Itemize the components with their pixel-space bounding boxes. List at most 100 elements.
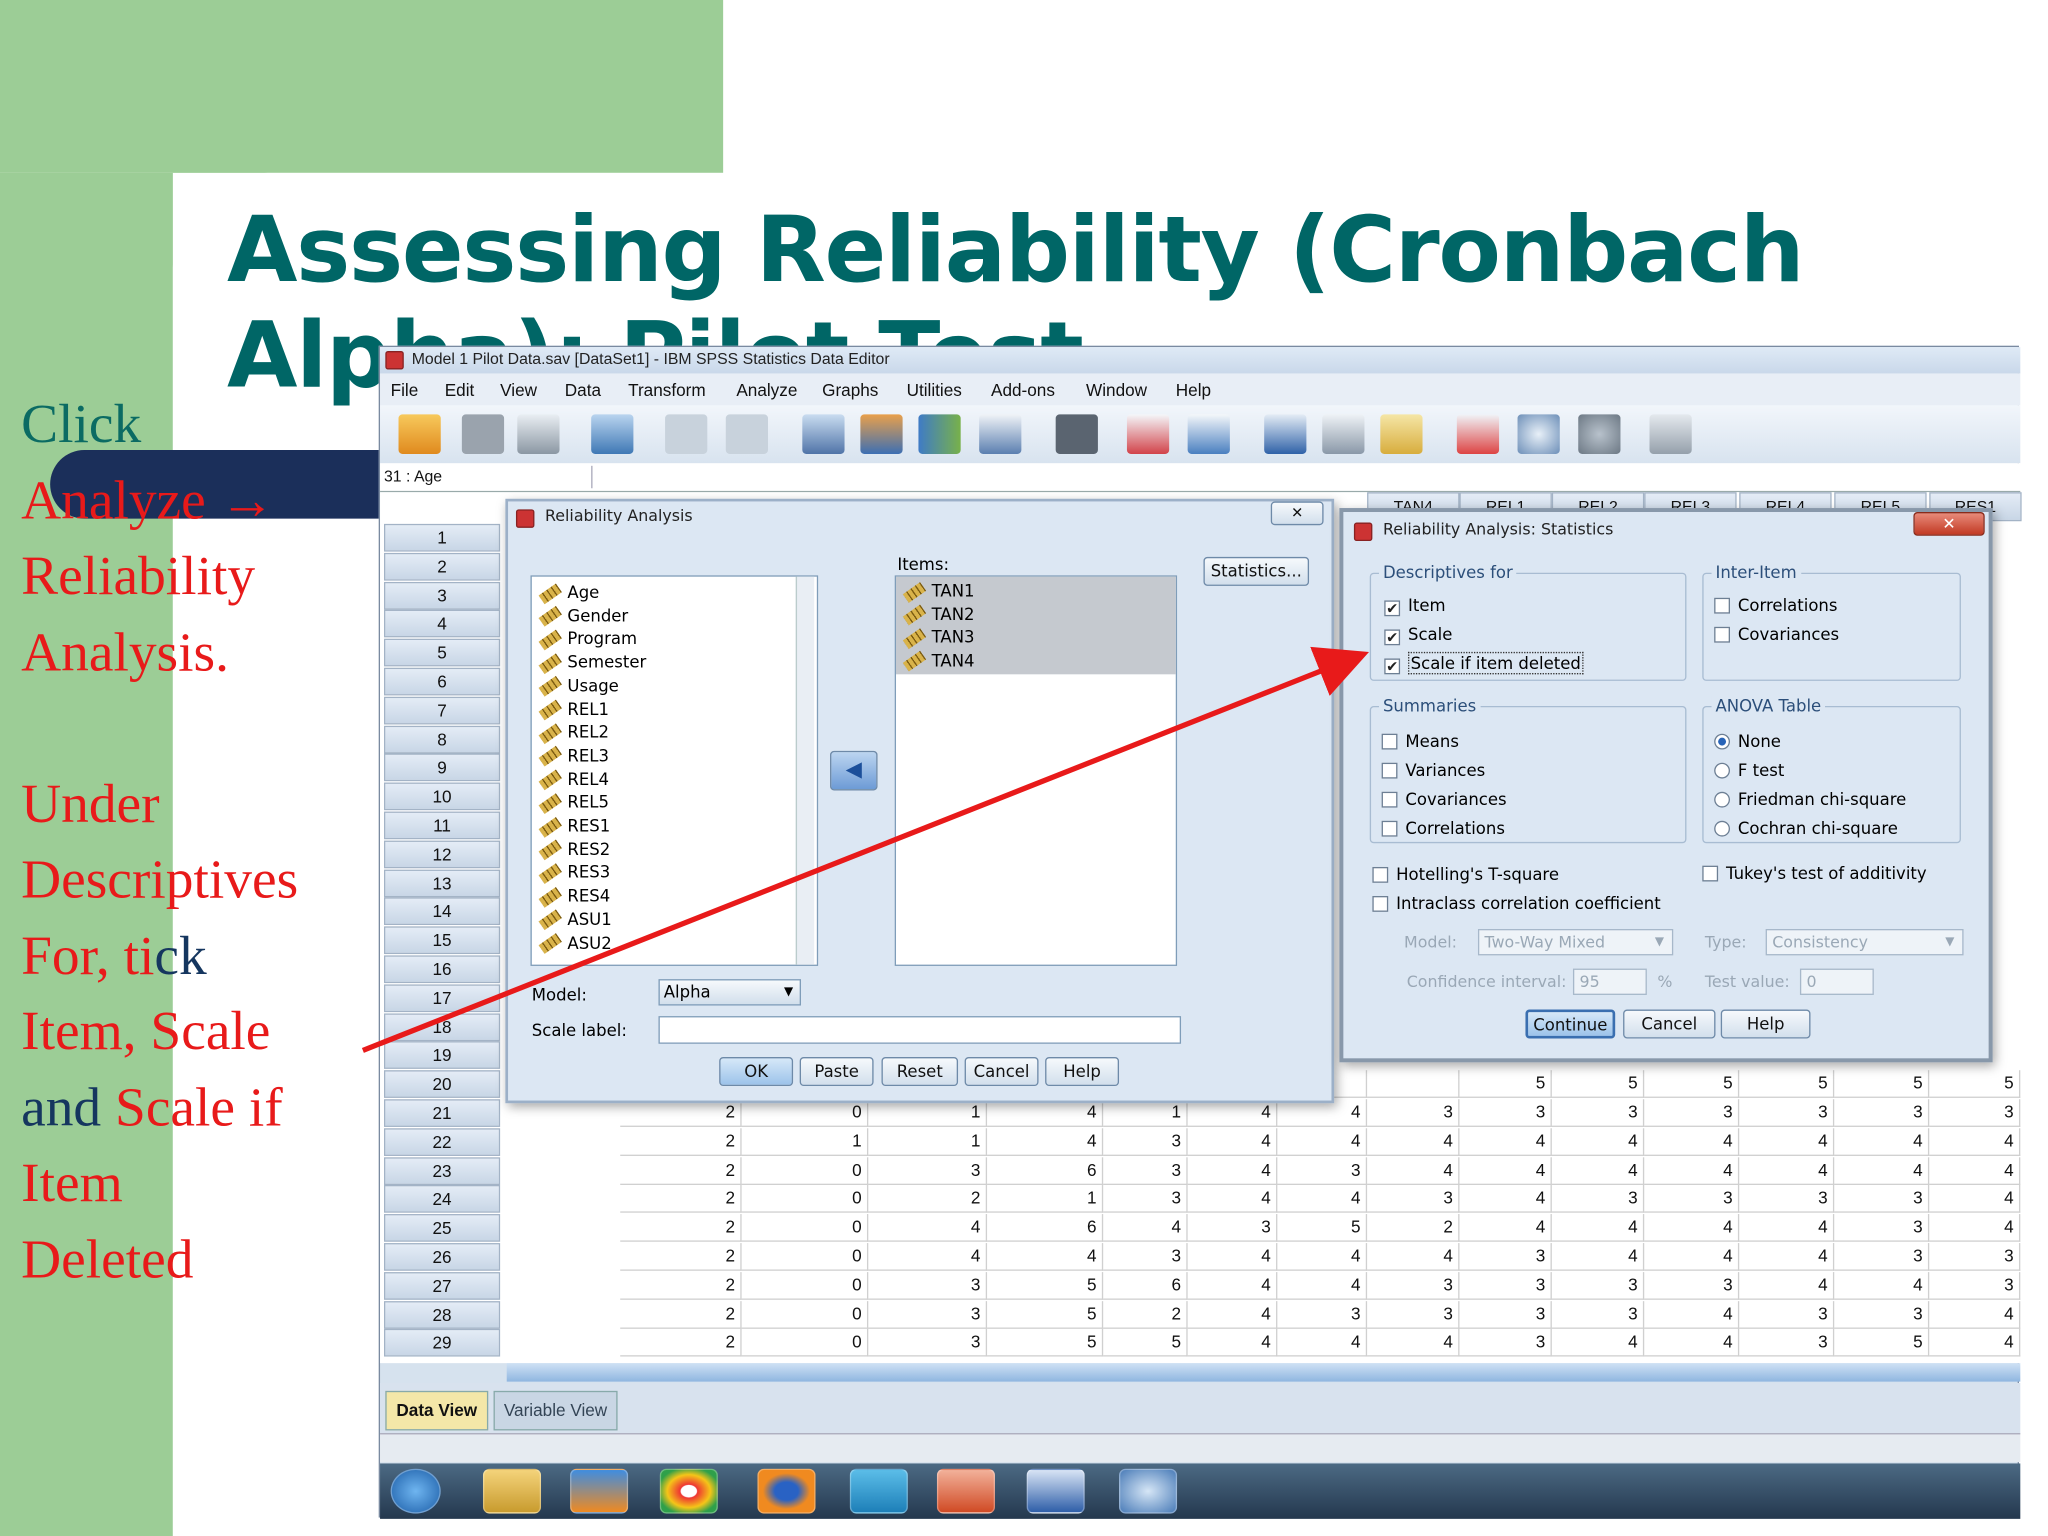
firefox-icon[interactable] <box>757 1468 816 1514</box>
table-cell[interactable]: 4 <box>1739 1214 1835 1242</box>
table-cell[interactable]: 3 <box>1103 1185 1188 1214</box>
table-cell[interactable]: 2 <box>620 1214 742 1242</box>
table-cell[interactable]: 2 <box>868 1185 988 1214</box>
table-cell[interactable]: 0 <box>741 1271 869 1300</box>
menu-addons[interactable]: Add-ons <box>991 380 1055 400</box>
spell-check-icon[interactable] <box>1649 414 1692 454</box>
table-cell[interactable]: 2 <box>620 1127 742 1156</box>
menu-file[interactable]: File <box>391 380 419 400</box>
table-cell[interactable]: 3 <box>1834 1300 1930 1329</box>
table-cell[interactable]: 5 <box>1929 1070 2021 1099</box>
variable-list-item[interactable]: ASU2 <box>538 931 612 954</box>
table-cell[interactable]: 4 <box>1929 1156 2021 1185</box>
table-cell[interactable]: 4 <box>1834 1271 1930 1300</box>
cell-value-field[interactable] <box>591 465 2016 489</box>
window-titlebar[interactable]: Model 1 Pilot Data.sav [DataSet1] - IBM … <box>380 347 2021 374</box>
menu-analyze[interactable]: Analyze <box>736 380 797 400</box>
move-arrow-button[interactable]: ◀ <box>830 750 878 791</box>
row-header[interactable]: 15 <box>384 926 501 955</box>
means-checkbox[interactable]: Means <box>1381 731 1459 752</box>
icc-type-select[interactable]: Consistency ▼ <box>1765 928 1964 956</box>
table-cell[interactable]: 4 <box>1277 1271 1368 1300</box>
row-header[interactable]: 6 <box>384 667 501 696</box>
covariances-checkbox[interactable]: Covariances <box>1381 789 1507 810</box>
cancel-button[interactable]: Cancel <box>1623 1009 1716 1039</box>
tukey-checkbox[interactable]: Tukey's test of additivity <box>1702 863 1927 884</box>
table-cell[interactable]: 3 <box>1644 1099 1740 1127</box>
table-cell[interactable]: 4 <box>1187 1156 1278 1185</box>
table-cell[interactable]: 5 <box>987 1329 1104 1358</box>
tab-data-view[interactable]: Data View <box>385 1390 489 1431</box>
table-cell[interactable]: 2 <box>620 1329 742 1358</box>
row-header[interactable]: 18 <box>384 1012 501 1041</box>
redo-icon[interactable] <box>725 414 769 454</box>
table-cell[interactable]: 4 <box>1187 1329 1278 1358</box>
table-cell[interactable]: 3 <box>1103 1127 1188 1156</box>
row-header[interactable]: 3 <box>384 581 501 610</box>
tab-variable-view[interactable]: Variable View <box>493 1390 618 1431</box>
row-header[interactable]: 24 <box>384 1185 501 1214</box>
table-cell[interactable]: 4 <box>1929 1300 2021 1329</box>
save-icon[interactable] <box>461 414 505 454</box>
table-cell[interactable]: 1 <box>868 1127 988 1156</box>
variable-list-item[interactable]: Gender <box>538 604 628 627</box>
table-cell[interactable]: 5 <box>1834 1070 1930 1099</box>
row-header[interactable]: 29 <box>384 1329 501 1358</box>
variable-list-item[interactable]: Semester <box>538 651 646 674</box>
table-cell[interactable]: 0 <box>741 1156 869 1185</box>
correlations-checkbox[interactable]: Correlations <box>1714 595 1837 616</box>
table-cell[interactable]: 3 <box>1367 1099 1460 1127</box>
print-icon[interactable] <box>517 414 560 454</box>
cochran-radio[interactable]: Cochran chi-square <box>1714 818 1898 839</box>
table-cell[interactable]: 5 <box>1277 1214 1368 1242</box>
table-cell[interactable]: 6 <box>1103 1271 1188 1300</box>
find-icon[interactable] <box>1055 414 1098 454</box>
variable-list-item[interactable]: REL2 <box>538 721 609 744</box>
table-cell[interactable]: 3 <box>1929 1271 2021 1300</box>
start-icon[interactable] <box>390 1468 441 1514</box>
table-cell[interactable]: 4 <box>1739 1243 1835 1271</box>
powerpoint-icon[interactable] <box>936 1468 995 1514</box>
table-cell[interactable] <box>1367 1070 1460 1099</box>
table-cell[interactable]: 3 <box>1834 1185 1930 1214</box>
table-cell[interactable]: 3 <box>1103 1243 1188 1271</box>
weight-cases-icon[interactable] <box>1322 414 1365 454</box>
close-icon[interactable]: ✕ <box>1270 501 1324 526</box>
dialog-recall-icon[interactable] <box>591 414 634 454</box>
variable-list-item[interactable]: REL5 <box>538 791 609 814</box>
table-cell[interactable]: 4 <box>1459 1156 1552 1185</box>
table-cell[interactable]: 4 <box>1367 1156 1460 1185</box>
variable-list-item[interactable]: REL3 <box>538 744 609 768</box>
show-all-icon[interactable] <box>1578 414 1621 454</box>
table-cell[interactable]: 3 <box>1277 1156 1368 1185</box>
row-header[interactable]: 5 <box>384 638 501 667</box>
list-item[interactable]: TAN1 <box>902 579 975 603</box>
table-cell[interactable]: 2 <box>620 1300 742 1329</box>
table-cell[interactable]: 5 <box>1739 1070 1835 1099</box>
table-cell[interactable]: 3 <box>1834 1243 1930 1271</box>
network-icon[interactable] <box>849 1468 908 1514</box>
continue-button[interactable]: Continue <box>1525 1009 1616 1039</box>
table-cell[interactable]: 4 <box>1551 1156 1645 1185</box>
horizontal-scrollbar[interactable] <box>506 1363 2021 1382</box>
table-cell[interactable]: 4 <box>1459 1185 1552 1214</box>
table-cell[interactable]: 4 <box>1929 1214 2021 1242</box>
table-cell[interactable]: 5 <box>1459 1070 1552 1099</box>
variable-list-item[interactable]: Age <box>538 581 599 604</box>
table-cell[interactable]: 4 <box>1644 1127 1740 1156</box>
table-cell[interactable]: 1 <box>987 1185 1104 1214</box>
scale-checkbox[interactable]: ✔ Scale <box>1384 624 1452 645</box>
menu-window[interactable]: Window <box>1086 380 1147 400</box>
table-cell[interactable]: 3 <box>1739 1300 1835 1329</box>
ok-button[interactable]: OK <box>719 1056 794 1087</box>
none-radio[interactable]: None <box>1714 731 1781 752</box>
table-cell[interactable]: 3 <box>1834 1099 1930 1127</box>
row-header[interactable]: 8 <box>384 725 501 753</box>
help-button[interactable]: Help <box>1045 1056 1120 1087</box>
table-cell[interactable]: 5 <box>987 1271 1104 1300</box>
table-cell[interactable]: 4 <box>987 1099 1104 1127</box>
reset-button[interactable]: Reset <box>881 1056 959 1087</box>
word-icon[interactable] <box>1026 1468 1085 1514</box>
menu-data[interactable]: Data <box>565 380 601 400</box>
select-cases-icon[interactable] <box>1380 414 1423 454</box>
